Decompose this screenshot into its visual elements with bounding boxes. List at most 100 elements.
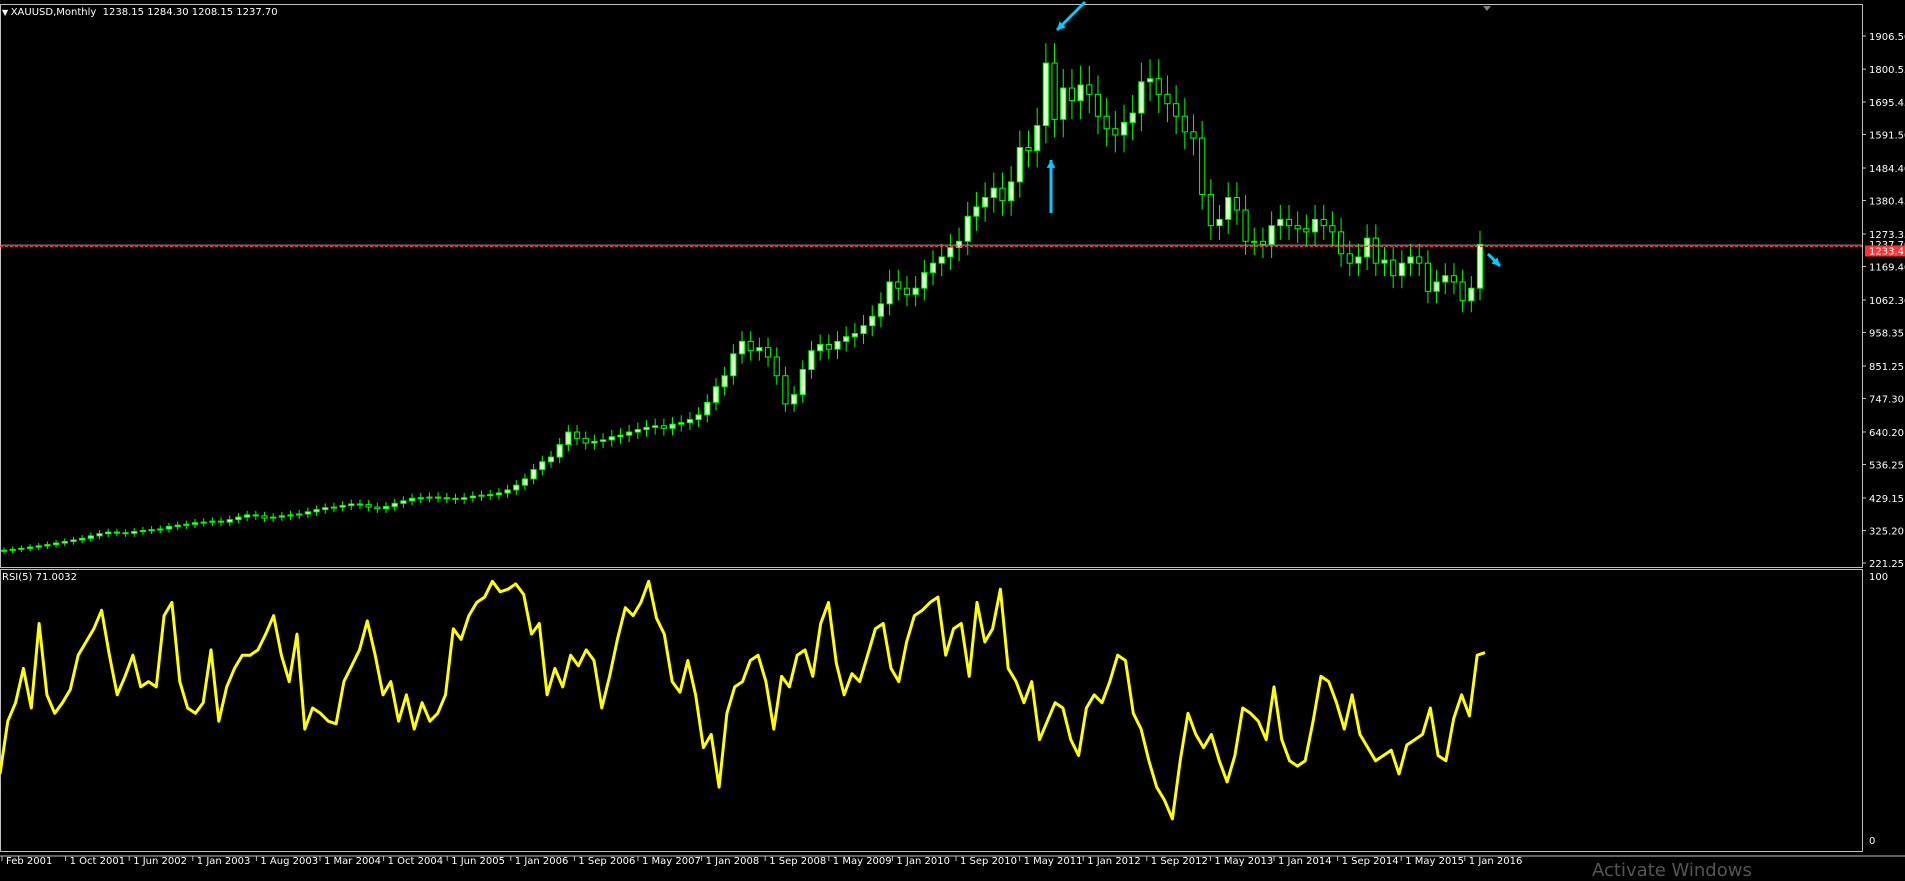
candle-body	[174, 524, 181, 527]
candle-body	[26, 546, 34, 549]
candle-body	[947, 247, 954, 258]
time-axis-label: 1 Jan 2010	[896, 856, 950, 867]
candle-body	[903, 287, 911, 295]
candle-body	[860, 325, 867, 335]
candle-body	[808, 350, 815, 371]
candle-body	[513, 484, 520, 491]
candle-body	[1346, 253, 1353, 264]
time-axis-label: 1 May 2015	[1405, 856, 1464, 867]
candle-body	[1190, 131, 1197, 139]
candle-body	[1311, 218, 1319, 233]
candle-body	[435, 496, 442, 499]
candle-body	[982, 197, 989, 208]
time-axis-label: 1 Jan 2003	[197, 856, 251, 867]
candle-body	[322, 507, 329, 511]
candle-body	[547, 456, 555, 463]
candle-body	[1390, 259, 1397, 277]
price-scale-label: 1906.50	[1869, 32, 1905, 43]
candle-body	[1051, 62, 1058, 120]
candle-body	[235, 516, 242, 521]
candle-body	[912, 287, 919, 295]
candle-body	[1372, 237, 1379, 264]
candle-body	[617, 434, 624, 438]
candle-body	[704, 401, 711, 416]
ohlc-label: 1238.15 1284.30 1208.15 1237.70	[102, 7, 278, 18]
candle-body	[1442, 275, 1449, 283]
price-scale-label: 1380.45	[1869, 197, 1905, 208]
candle-body	[1025, 146, 1032, 152]
time-axis-label: 1 Oct 2004	[388, 856, 443, 867]
candle-body	[652, 425, 659, 428]
trading-chart-window[interactable]: 1906.50 1800.55 1695.45 1591.50 1484.40 1380.…	[0, 0, 1905, 881]
candle-body	[1068, 87, 1076, 102]
candle-body	[61, 541, 68, 544]
candle-body	[1199, 137, 1206, 195]
candle-body	[1424, 262, 1432, 292]
candle-body	[964, 215, 971, 242]
candle-body	[356, 503, 364, 506]
time-axis-label: Feb 2001	[6, 856, 52, 867]
time-axis-label: 1 May 2009	[833, 856, 892, 867]
time-axis-label: 1 Jan 2016	[1469, 856, 1523, 867]
price-scale-label: 1695.45	[1869, 98, 1905, 109]
candle-body	[1060, 87, 1067, 120]
candle-body	[278, 515, 285, 518]
candle-body	[1173, 103, 1180, 117]
price-scale-label: 429.15	[1869, 494, 1904, 505]
chart-canvas[interactable]: 1906.50 1800.55 1695.45 1591.50 1484.40 1380.…	[0, 0, 1905, 875]
candle-body	[1407, 256, 1414, 264]
candle-body	[1242, 209, 1249, 242]
candle-body	[929, 262, 937, 274]
candle-body	[165, 525, 173, 530]
price-scale-label: 536.25	[1869, 460, 1904, 471]
candle-body	[1416, 256, 1423, 264]
price-scale-label: 851.25	[1869, 362, 1904, 373]
candle-body	[773, 356, 780, 377]
candle-body	[886, 281, 893, 305]
candle-body	[504, 489, 511, 494]
time-axis-label: 1 May 2007	[642, 856, 701, 867]
candle-body	[226, 519, 233, 523]
candle-body	[217, 520, 225, 523]
candle-body	[1016, 146, 1023, 183]
price-scale-label: 1169.40	[1869, 263, 1905, 274]
candle-body	[895, 281, 902, 289]
candle-body	[973, 206, 980, 217]
candle-body	[478, 494, 485, 497]
candle-body	[825, 343, 832, 350]
candle-body	[1259, 240, 1267, 245]
time-axis-label: 1 Sep 2008	[769, 856, 826, 867]
candle-body	[817, 343, 824, 352]
candle-body	[261, 515, 268, 519]
candle-body	[417, 497, 424, 500]
candle-body	[1268, 225, 1275, 245]
candle-body	[756, 347, 763, 352]
candle-body	[712, 386, 720, 403]
candle-body	[1103, 115, 1110, 130]
candle-body	[591, 440, 598, 444]
candle-body	[35, 545, 42, 548]
candle-body	[990, 187, 997, 199]
candle-body	[1077, 84, 1084, 102]
candle-body	[79, 537, 86, 541]
candle-body	[539, 461, 546, 471]
candle-body	[1146, 78, 1154, 83]
candle-body	[209, 520, 216, 523]
time-axis-label: 1 Jan 2008	[706, 856, 760, 867]
candle-body	[18, 547, 25, 550]
candle-body	[157, 528, 164, 531]
rsi-panel-frame	[0, 569, 1863, 852]
candle-body	[738, 340, 746, 355]
time-axis-label: 1 Sep 2010	[960, 856, 1017, 867]
candle-body	[608, 436, 615, 441]
candle-body	[426, 496, 433, 499]
up-arrow-icon	[1046, 160, 1056, 213]
candle-body	[1468, 287, 1475, 302]
candle-body	[1155, 78, 1162, 95]
candle-body	[382, 505, 390, 510]
price-scale-label: 1800.55	[1869, 65, 1905, 76]
candle-body	[1094, 93, 1102, 117]
candle-body	[573, 431, 581, 439]
time-axis-label: 1 Mar 2004	[324, 856, 381, 867]
time-axis-label: 1 May 2011	[1024, 856, 1083, 867]
